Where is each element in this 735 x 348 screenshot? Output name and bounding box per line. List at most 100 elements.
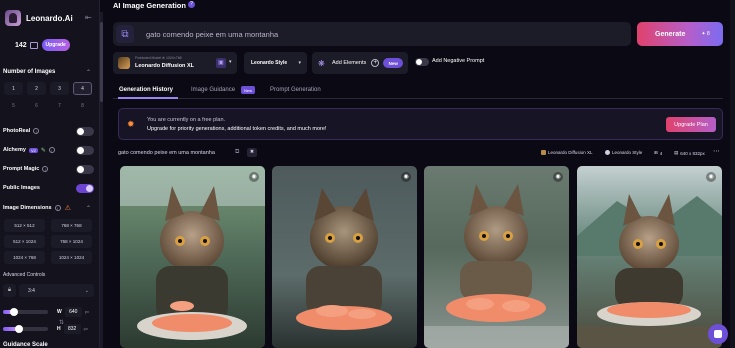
aspect-ratio-select[interactable]: 3:4 ⌄ [19,284,94,297]
public-images-row: Public Images [3,183,94,193]
generate-button[interactable]: Generate ✦ 8 [637,22,723,46]
height-input[interactable]: 832 [63,323,81,334]
aspect-ratio-row: 🔒︎ 3:4 ⌄ [3,284,94,297]
generation-model: Leonardo Diffusion XL [541,150,592,155]
model-type-label: Finetuned Model ⊕ 1024×768 [135,56,182,60]
token-count: 142 [15,41,27,49]
info-icon[interactable]: i [54,205,61,211]
photoreal-row: PhotoReal i [3,126,94,136]
chevron-up-icon[interactable]: ⌃ [86,69,91,76]
tab-new-badge: New [241,86,255,94]
num-option-1[interactable]: 1 [4,82,23,95]
style-label: Leonardo Style [251,60,288,66]
public-images-toggle[interactable] [76,183,94,193]
negative-prompt-toggle[interactable] [415,58,429,66]
tab-generation-history[interactable]: Generation History [119,87,173,93]
prompt-magic-label: Prompt Magic [3,166,40,172]
elements-icon: ❋ [318,58,325,68]
copy-icon[interactable]: ⧉ [235,149,242,156]
dim-option-1024x768[interactable]: 1024 × 768 [4,251,45,264]
height-slider[interactable] [3,324,48,333]
number-of-images-grid: 1 2 3 4 5 6 7 8 [4,82,94,112]
lock-icon[interactable]: 🔒︎ [3,284,16,297]
warning-icon: ⚠ [64,205,71,212]
num-option-7[interactable]: 7 [50,99,69,112]
dim-option-768x768[interactable]: 768 × 768 [51,219,92,232]
width-slider-thumb[interactable] [10,307,19,316]
sidebar-scrollbar[interactable] [100,12,103,348]
public-images-label: Public Images [3,185,40,191]
alchemy-row: Alchemy V2 ✎ i [3,145,94,155]
help-icon[interactable]: ? [188,1,195,8]
info-icon[interactable]: i [42,166,49,172]
dim-option-512x512[interactable]: 512 × 512 [4,219,45,232]
width-slider[interactable] [3,307,48,316]
leonardo-logo-icon [5,10,21,26]
stack-icon: ⊞ [654,150,658,155]
width-row: W 640 px [3,306,94,317]
token-balance: 142 Upgrade [15,38,70,52]
style-dot-icon [605,150,610,155]
dim-option-512x1024[interactable]: 512 × 1024 [4,235,45,248]
image-prompt-icon[interactable]: ⧉ [116,25,134,43]
generated-image-1[interactable]: ◉ [120,166,265,348]
prompt-magic-toggle[interactable] [76,164,94,174]
image-dimensions-row: Image Dimensions i ⚠ [3,203,94,213]
generation-size: ▤ 640 x 832px [674,150,705,156]
generation-model-label: Leonardo Diffusion XL [548,150,593,155]
prompt-input[interactable]: gato comendo peixe em uma montanha [146,30,278,39]
delete-icon[interactable]: ✖ [247,148,257,157]
model-settings-icon[interactable]: ▣ [216,58,226,68]
height-row: H 832 px [3,323,94,334]
dim-option-768x1024[interactable]: 768 × 1024 [51,235,92,248]
chevron-up-icon[interactable]: ⌃ [86,205,91,212]
dim-option-1024x1024[interactable]: 1024 × 1024 [51,251,92,264]
photoreal-toggle[interactable] [76,126,94,136]
eye-icon[interactable]: ◉ [249,172,259,182]
width-input[interactable]: 640 [64,306,82,317]
model-selector[interactable]: Finetuned Model ⊕ 1024×768 Leonardo Diff… [113,52,237,74]
num-option-3[interactable]: 3 [50,82,69,95]
generation-prompt: gato comendo peixe em uma montanha [118,150,215,156]
eye-icon[interactable]: ◉ [553,172,563,182]
tab-bar: Generation History Image Guidance New Pr… [113,83,723,99]
upgrade-button[interactable]: Upgrade [41,39,70,51]
eye-icon[interactable]: ◉ [706,172,716,182]
tab-image-guidance[interactable]: Image Guidance [191,87,235,93]
banner-line-2: Upgrade for priority generations, additi… [147,126,327,132]
generated-image-2[interactable]: ◉ [272,166,417,348]
num-option-6[interactable]: 6 [27,99,46,112]
generate-cost: ✦ 8 [701,31,710,37]
main-scrollbar[interactable] [730,0,735,348]
guidance-scale-label: Guidance Scale [3,342,48,348]
generated-image-4[interactable]: ◉ [577,166,722,348]
chevron-down-icon: ▾ [298,60,301,66]
logo[interactable]: Leonardo.Ai ⇤ [5,10,95,26]
num-option-8[interactable]: 8 [73,99,92,112]
num-option-5[interactable]: 5 [4,99,23,112]
generated-image-3[interactable]: ◉ [424,166,569,348]
info-icon[interactable]: i [33,128,40,134]
alchemy-label: Alchemy [3,147,26,153]
alchemy-toggle[interactable] [76,145,94,155]
num-option-4[interactable]: 4 [73,82,92,95]
chat-button[interactable] [708,324,728,344]
more-options-icon[interactable]: ⋯ [713,147,720,155]
model-name: Leonardo Diffusion XL [135,63,194,69]
collapse-sidebar-icon[interactable]: ⇤ [85,14,93,22]
negative-prompt-label: Add Negative Prompt [432,58,485,64]
size-icon: ▤ [674,150,679,155]
sidebar-scroll-thumb[interactable] [100,22,103,102]
flame-icon: ✹ [127,119,135,129]
height-slider-thumb[interactable] [14,324,23,333]
chevron-down-icon: ▾ [229,59,232,65]
upgrade-plan-button[interactable]: Upgrade Plan [666,117,716,132]
add-elements-button[interactable]: ❋ Add Elements + New [312,52,408,74]
generation-style-label: Leonardo Style [612,150,643,155]
eye-icon[interactable]: ◉ [401,172,411,182]
style-selector[interactable]: Leonardo Style ▾ [244,52,307,74]
new-badge: New [383,58,404,68]
num-option-2[interactable]: 2 [27,82,46,95]
info-icon[interactable]: i [48,147,55,153]
tab-prompt-generation[interactable]: Prompt Generation [270,87,321,93]
